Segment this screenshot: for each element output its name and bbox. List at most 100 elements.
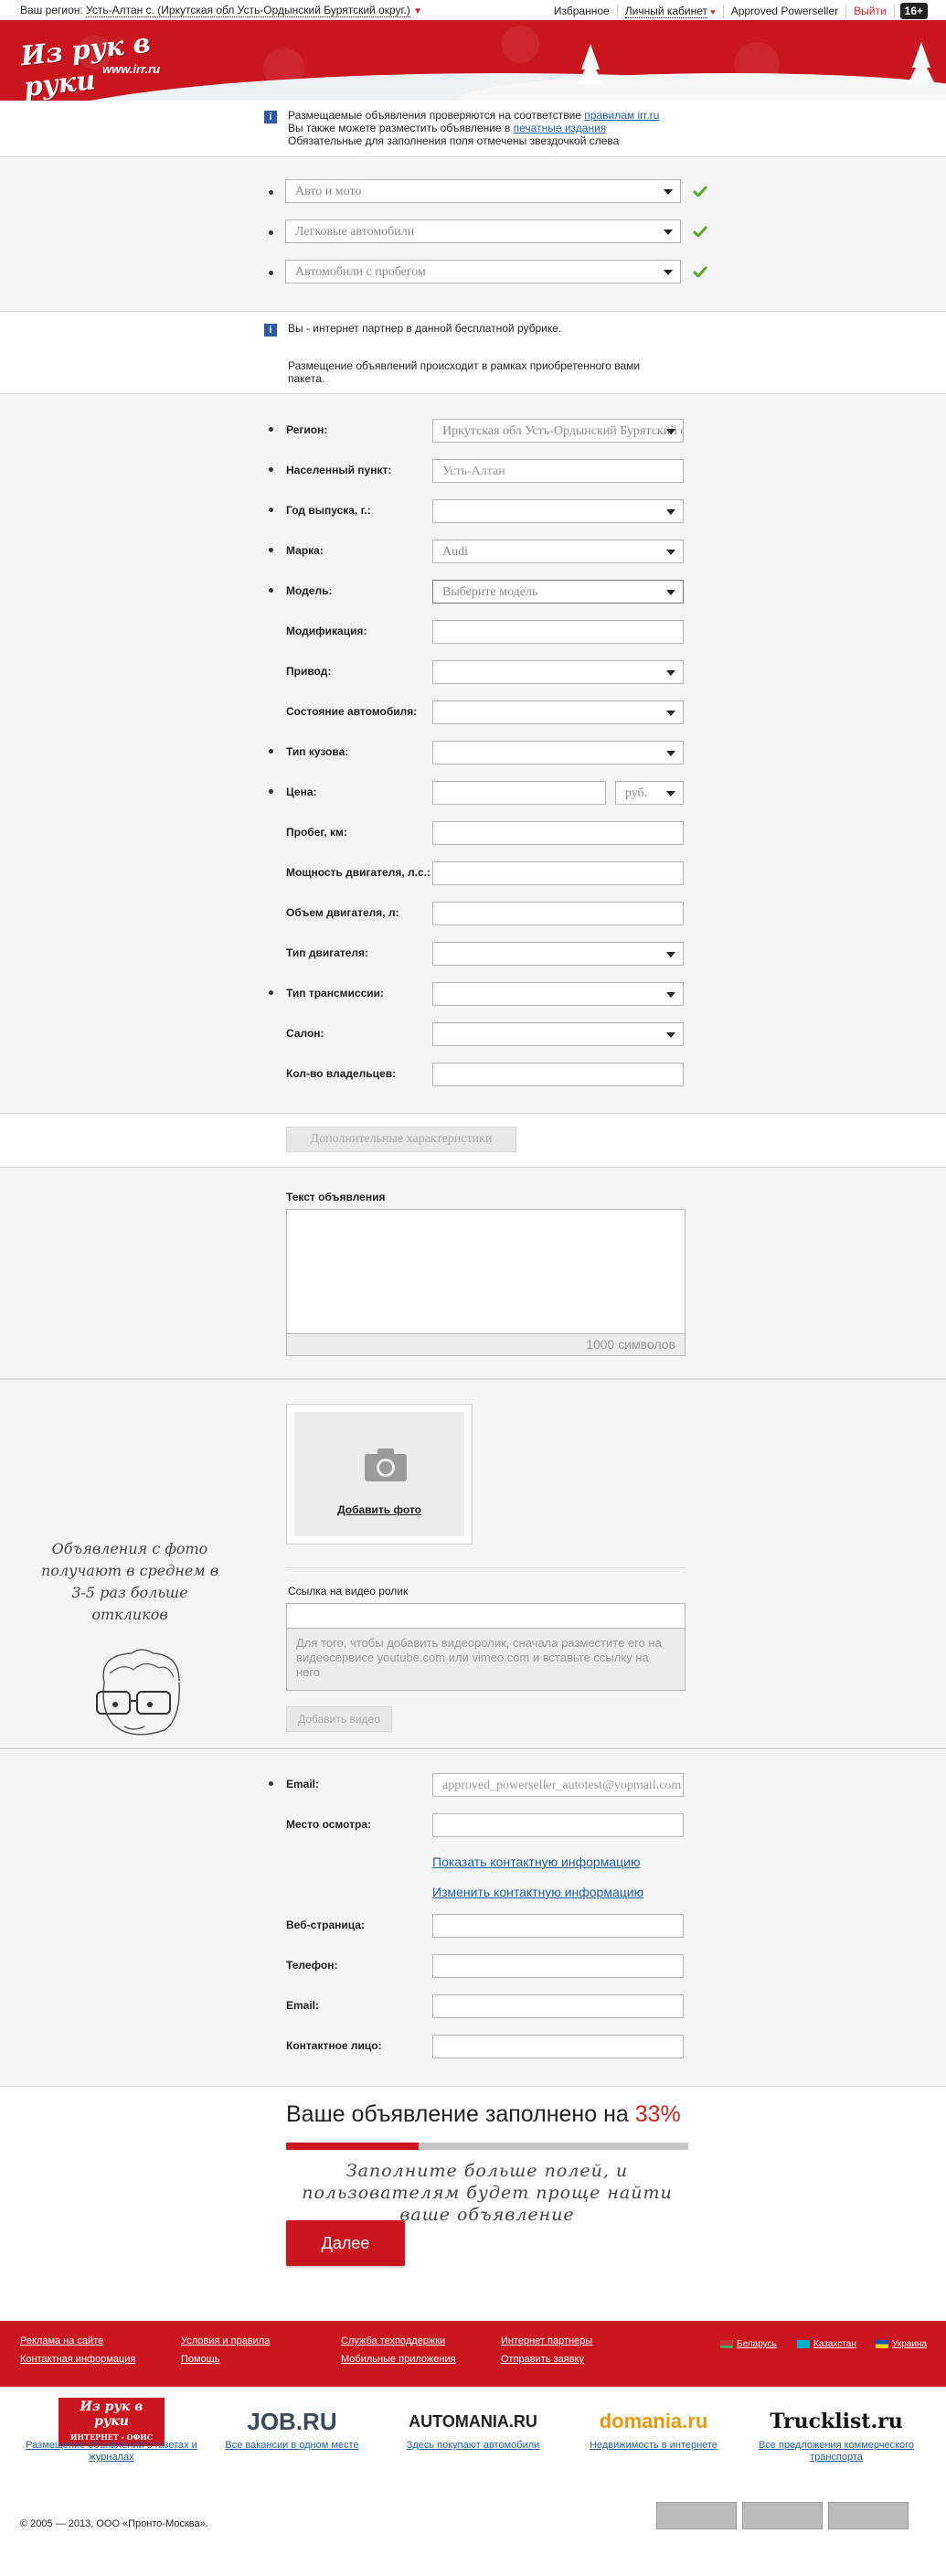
rambler-counter[interactable] [742,2502,823,2529]
footer-link-mobile[interactable]: Мобильные приложения [341,2354,456,2365]
salon-label: Салон: [286,1027,324,1040]
category-select-1[interactable]: Авто и мото [285,179,681,203]
city-label: Населенный пункт: [286,464,392,476]
partner-caption[interactable]: Недвижимость в интернете [567,2440,740,2452]
email-input[interactable]: approved_powerseller_autotest@yopmail.co… [432,1773,684,1797]
print-editions-link[interactable]: печатные издания [514,122,607,134]
age-badge: 16+ [899,3,928,19]
chevron-down-icon [666,590,675,595]
owners-input[interactable] [432,1063,684,1086]
partner-caption[interactable]: Здесь покупают автомобили [384,2440,562,2452]
currency-select[interactable]: руб. [615,781,684,805]
photo-promo-text: Объявления с фото получают в среднем в 3… [40,1540,219,1623]
info-icon: i [264,111,277,123]
tree-icon [909,57,934,82]
condition-select[interactable] [432,700,684,724]
ad-text-area[interactable] [286,1209,686,1334]
place-input[interactable] [432,1813,684,1837]
model-label: Модель: [286,584,333,597]
transmission-label: Тип трансмиссии: [286,987,384,999]
model-select[interactable]: Выберите модель [432,580,684,604]
modification-label: Модификация: [286,625,367,637]
phone-input[interactable] [432,1954,684,1978]
volume-input[interactable] [432,902,684,925]
mileage-label: Пробег, км: [286,826,347,839]
chevron-down-icon [666,509,675,515]
footer-link-contacts[interactable]: Контактная информация [20,2354,135,2365]
web-input[interactable] [432,1914,684,1938]
power-input[interactable] [432,861,684,885]
partner-irr[interactable]: Из рук в руки ИНТЕРНЕТ - ОФИС Размещение … [20,2397,203,2464]
completion-progress [286,2143,688,2150]
region-select[interactable]: Иркутская обл Усть-Ордынский Бурятский о… [432,419,684,443]
engine-select[interactable] [432,942,684,966]
logout-link[interactable]: Выйти [846,5,895,17]
next-button[interactable]: Далее [286,2220,405,2266]
brand-select[interactable]: Audi [432,540,684,563]
drive-select[interactable] [432,660,684,684]
body-label: Тип кузова: [286,745,349,758]
liveinternet-counter[interactable] [656,2502,737,2529]
chevron-down-icon [664,230,673,235]
partner-job[interactable]: JOB.RU Все вакансии в одном месте [212,2403,372,2452]
stat-counter[interactable] [828,2502,909,2529]
footer-link-support[interactable]: Служба техподдержки [341,2336,445,2346]
show-contacts-link[interactable]: Показать контактную информацию [432,1855,640,1869]
favorites-link[interactable]: Избранное [547,5,618,17]
body-select[interactable] [432,741,684,764]
add-photo-box[interactable]: Добавить фото [286,1404,473,1545]
person-input[interactable] [432,2035,684,2058]
cabinet-link[interactable]: Личный кабинет ♥ [618,4,724,18]
chevron-down-icon [666,711,675,716]
partner-caption[interactable]: Все вакансии в одном месте [212,2440,372,2452]
footer-links: Реклама на сайте Контактная информация У… [0,2321,946,2387]
region-link[interactable]: Усть-Алтан с. (Иркутская обл Усть-Ордынс… [86,4,410,17]
partner-trucklist[interactable]: Trucklist.ru Все предложения коммерческо… [749,2403,923,2464]
country-link-ukraine[interactable]: Украина [876,2339,927,2349]
required-marker [269,548,273,552]
country-link-belarus[interactable]: Беларусь [720,2339,777,2349]
chevron-down-icon[interactable]: ▼ [413,6,422,16]
year-select[interactable] [432,499,684,523]
required-marker [269,271,273,275]
email2-label: Email: [286,1999,320,2012]
partner-caption[interactable]: Все предложения коммерческого транспорта [749,2440,923,2464]
region-selector[interactable]: Ваш регион: Усть-Алтан с. (Иркутская обл… [20,4,422,17]
email2-input[interactable] [432,1994,684,2018]
footer-link-request[interactable]: Отправить заявку [501,2354,584,2365]
heart-icon: ♥ [710,6,716,16]
required-marker [269,230,273,235]
partner-caption[interactable]: Размещение объявлений в газетах и журнал… [20,2440,203,2464]
footer-link-help[interactable]: Помощь [181,2354,220,2365]
video-input[interactable] [286,1603,686,1629]
transmission-select[interactable] [432,982,684,1006]
check-icon [693,186,707,197]
partner-automania[interactable]: AUTOMANIA.RU Здесь покупают автомобили [384,2403,562,2452]
chevron-down-icon [664,189,673,195]
salon-select[interactable] [432,1022,684,1046]
edit-contacts-link[interactable]: Изменить контактную информацию [432,1885,643,1899]
completion-percent: 33% [634,2101,681,2127]
check-icon [693,226,707,237]
footer-link-ads[interactable]: Реклама на сайте [20,2336,103,2346]
add-video-button[interactable]: Добавить видео [286,1706,392,1732]
city-input[interactable]: Усть-Алтан [432,459,684,483]
price-input[interactable] [432,781,606,805]
modification-input[interactable] [432,620,684,644]
partner-domania[interactable]: domania.ru Недвижимость в интернете [567,2403,740,2452]
category-select-3[interactable]: Автомобили с пробегом [285,260,681,283]
country-link-kazakhstan[interactable]: Казахстан [797,2339,856,2349]
chevron-down-icon [666,992,675,998]
phone-label: Телефон: [286,1959,338,1972]
site-logo[interactable]: Из рук в руки www.irr.ru [19,27,168,101]
footer-link-terms[interactable]: Условия и правила [181,2336,270,2346]
add-photo-link[interactable]: Добавить фото [294,1503,464,1516]
drive-label: Привод: [286,665,332,678]
rules-link[interactable]: правилам irr.ru [584,109,659,122]
category-select-2[interactable]: Легковые автомобили [285,219,681,243]
ukraine-flag-icon [876,2339,888,2348]
mileage-input[interactable] [432,821,684,845]
extra-characteristics-button[interactable]: Дополнительные характеристики [286,1127,516,1152]
region-label: Регион: [286,423,328,436]
footer-link-partners[interactable]: Интернет партнеры [501,2336,592,2346]
